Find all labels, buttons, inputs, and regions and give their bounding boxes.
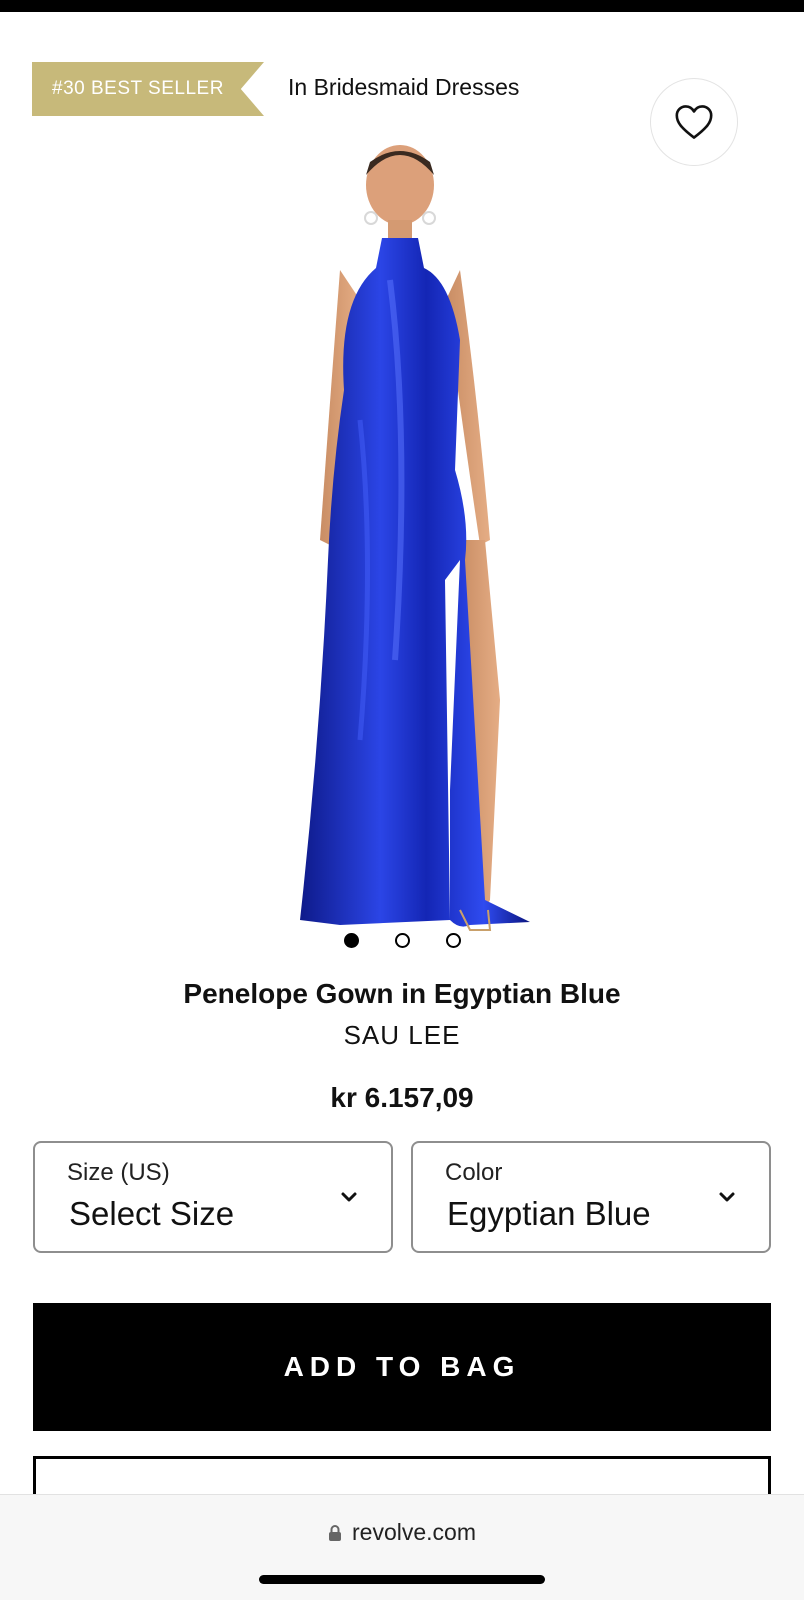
chevron-down-icon (719, 1192, 735, 1202)
image-carousel-dots (344, 933, 461, 948)
carousel-dot[interactable] (446, 933, 461, 948)
carousel-dot[interactable] (344, 933, 359, 948)
url-text: revolve.com (352, 1519, 476, 1545)
add-to-bag-button[interactable]: ADD TO BAG (33, 1303, 771, 1431)
product-image[interactable] (300, 140, 550, 960)
product-title: Penelope Gown in Egyptian Blue (183, 978, 621, 1009)
product-price: kr 6.157,09 (330, 1082, 474, 1113)
size-select-label: Size (US) (67, 1159, 170, 1186)
carousel-dot[interactable] (395, 933, 410, 948)
size-select[interactable]: Size (US) Select Size (33, 1141, 393, 1253)
best-seller-label: #30 BEST SELLER (52, 78, 224, 99)
color-select[interactable]: Color Egyptian Blue (411, 1141, 771, 1253)
wishlist-button[interactable] (650, 78, 738, 166)
lock-icon (329, 1524, 341, 1541)
color-select-label: Color (445, 1159, 503, 1186)
size-select-value: Select Size (69, 1195, 235, 1232)
best-seller-category: In Bridesmaid Dresses (288, 74, 520, 100)
status-bar (0, 0, 804, 12)
color-select-value: Egyptian Blue (447, 1195, 651, 1232)
browser-address-bar[interactable]: revolve.com (0, 1494, 804, 1600)
best-seller-badge: #30 BEST SELLER (32, 62, 264, 116)
chevron-down-icon (341, 1192, 357, 1202)
home-indicator (259, 1575, 545, 1584)
product-brand[interactable]: SAU LEE (0, 1020, 804, 1051)
url-display[interactable]: revolve.com (0, 1519, 804, 1546)
heart-icon (675, 105, 713, 139)
